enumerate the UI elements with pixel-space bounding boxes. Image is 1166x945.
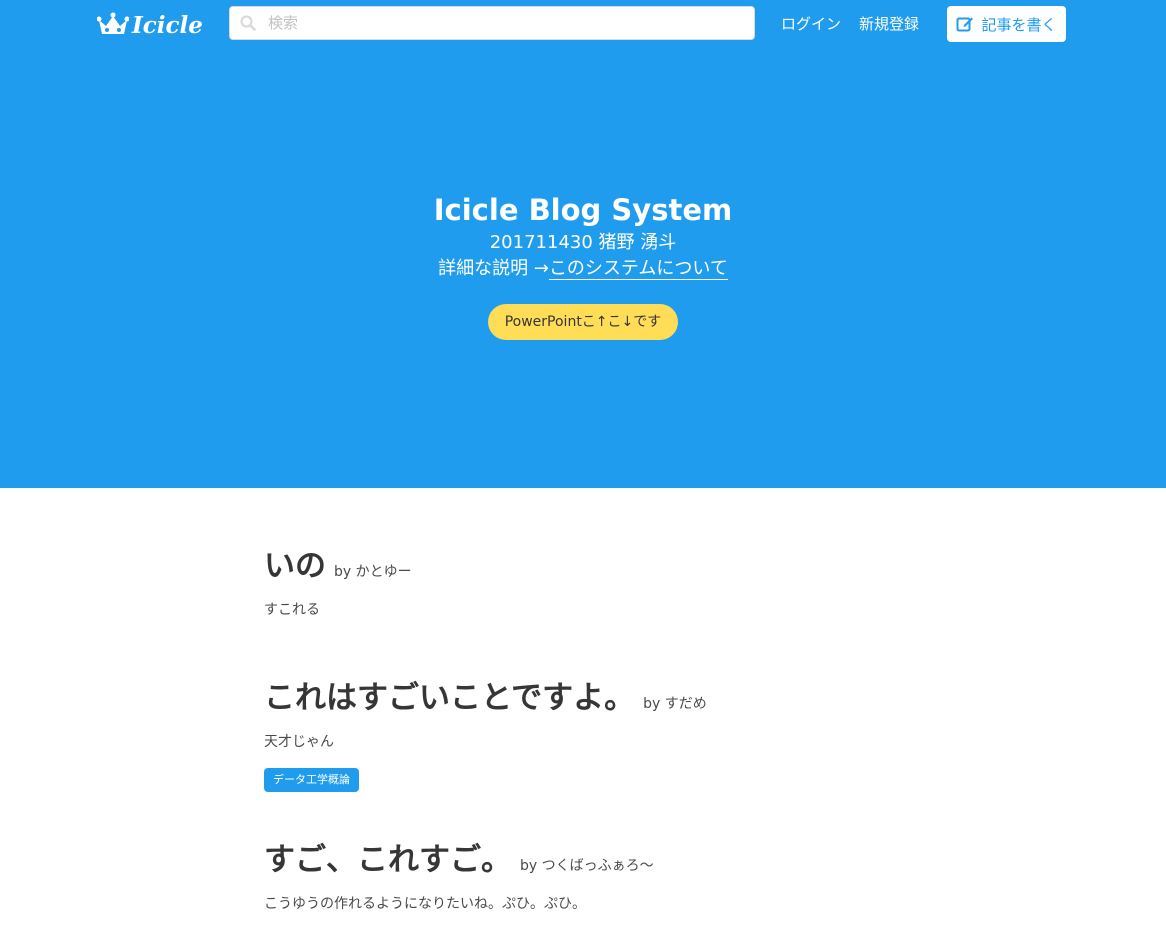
logo-text: Icicle xyxy=(132,11,203,39)
post-title[interactable]: これはすごいことですよ。 xyxy=(264,672,635,724)
write-article-label: 記事を書く xyxy=(981,15,1057,34)
post-title-row: これはすごいことですよ。 by すだめ xyxy=(264,672,904,724)
post-title[interactable]: いの xyxy=(264,540,326,592)
search-box xyxy=(229,6,755,40)
search-input[interactable] xyxy=(266,13,740,33)
hero-title: Icicle Blog System xyxy=(433,193,733,227)
post-list: いの by かとゆー すこれる これはすごいことですよ。 by すだめ 天才じゃ… xyxy=(264,540,904,914)
post-title-row: すご、これすご。 by つくばっふぁろ〜 xyxy=(264,834,904,886)
post-title-row: いの by かとゆー xyxy=(264,540,904,592)
powerpoint-button[interactable]: PowerPointこ↑こ↓です xyxy=(487,304,679,340)
logo[interactable]: Icicle xyxy=(97,10,203,40)
search-icon xyxy=(240,15,256,31)
hero-body: Icicle Blog System 201711430 猪野 湧斗 詳細な説明… xyxy=(0,190,1166,340)
post-item: すご、これすご。 by つくばっふぁろ〜 こうゆうの作れるようになりたいね。ぷひ… xyxy=(264,834,904,914)
post-body: 天才じゃん xyxy=(264,734,334,750)
post-body: すこれる xyxy=(264,602,320,618)
hero-section: Icicle ログイン 新規登録 記事を書く Icicle Blog Syste… xyxy=(0,0,1166,488)
about-system-link[interactable]: このシステムについて xyxy=(548,258,728,280)
post-author: by すだめ xyxy=(643,696,707,712)
navbar: Icicle ログイン 新規登録 記事を書く xyxy=(0,0,1166,50)
hero-subtitle: 201711430 猪野 湧斗 xyxy=(489,232,677,253)
post-author: by つくばっふぁろ〜 xyxy=(520,858,654,874)
post-title[interactable]: すご、これすご。 xyxy=(264,834,512,886)
hero-detail: 詳細な説明 →このシステムについて xyxy=(0,256,1166,282)
hero-detail-prefix: 詳細な説明 → xyxy=(438,258,549,279)
post-item: これはすごいことですよ。 by すだめ 天才じゃん データ工学概論 xyxy=(264,672,904,792)
write-article-button[interactable]: 記事を書く xyxy=(947,6,1066,42)
post-tag[interactable]: データ工学概論 xyxy=(264,768,359,792)
post-item: いの by かとゆー すこれる xyxy=(264,540,904,620)
post-author: by かとゆー xyxy=(334,564,412,580)
login-link[interactable]: ログイン xyxy=(781,14,841,34)
crown-icon xyxy=(97,12,129,34)
edit-icon xyxy=(956,17,974,32)
post-body: こうゆうの作れるようになりたいね。ぷひ。ぷひ。 xyxy=(264,896,586,912)
signup-link[interactable]: 新規登録 xyxy=(859,14,919,34)
